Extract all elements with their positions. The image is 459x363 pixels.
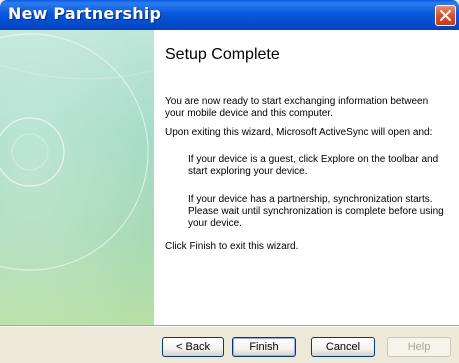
help-button[interactable]: Help: [387, 337, 451, 357]
window-title: New Partnership: [8, 4, 162, 23]
back-button[interactable]: < Back: [162, 337, 224, 357]
footer-divider-highlight: [0, 326, 459, 327]
close-icon: [440, 10, 451, 21]
wizard-side-graphic: [0, 30, 154, 325]
guest-info-text: If your device is a guest, click Explore…: [188, 154, 439, 177]
wizard-window: New Partnership Setup Complete You are n…: [0, 0, 459, 363]
wizard-content: Setup Complete You are now ready to star…: [154, 30, 459, 325]
finish-instruction-text: Click Finish to exit this wizard.: [165, 241, 299, 252]
intro-text: You are now ready to start exchanging in…: [165, 96, 429, 119]
close-button[interactable]: [435, 5, 456, 26]
cancel-button[interactable]: Cancel: [311, 337, 375, 357]
finish-button[interactable]: Finish: [232, 337, 296, 357]
page-title: Setup Complete: [165, 46, 280, 63]
exit-info-text: Upon exiting this wizard, Microsoft Acti…: [165, 127, 433, 138]
partnership-info-text: If your device has a partnership, synchr…: [188, 194, 444, 229]
decorative-rings-graphic: [0, 30, 154, 325]
title-bar[interactable]: New Partnership: [0, 0, 459, 30]
